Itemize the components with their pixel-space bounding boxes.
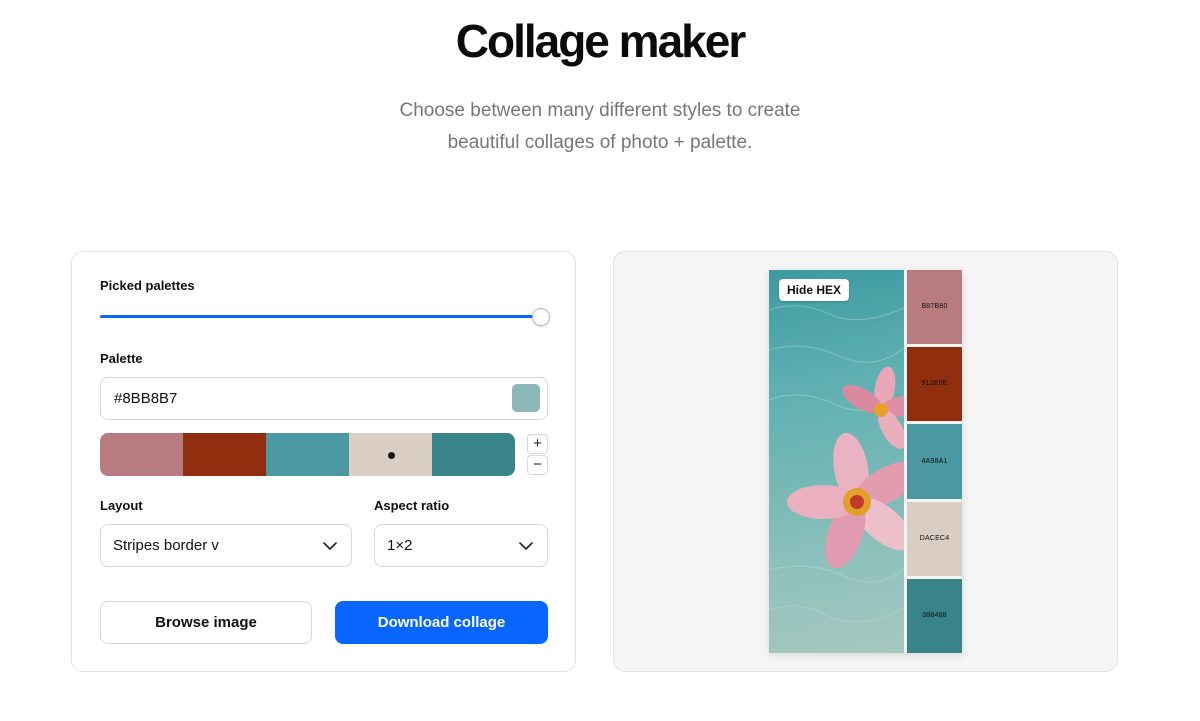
- picked-palettes-slider-track[interactable]: [100, 315, 538, 318]
- stripe-hex-label: 4A98A1: [921, 457, 948, 465]
- page-title: Collage maker: [455, 15, 746, 67]
- picked-palettes-label: Picked palettes: [100, 278, 195, 293]
- hide-hex-button[interactable]: Hide HEX: [779, 279, 850, 301]
- palette-stripe: 912E0E: [907, 347, 962, 422]
- palette-stripe: DACEC4: [907, 501, 962, 576]
- add-color-button[interactable]: +: [527, 434, 548, 454]
- palette-swatch-4[interactable]: [349, 433, 432, 476]
- palette-stripe: 4A98A1: [907, 424, 962, 499]
- palette-stripe: B87B80: [907, 270, 962, 345]
- palette-swatch-2[interactable]: [183, 433, 266, 476]
- palette-bar: [100, 433, 515, 476]
- stripe-hex-label: 912E0E: [921, 380, 948, 388]
- layout-select-value: Stripes border v: [113, 537, 219, 554]
- flower-photo-image: [769, 305, 904, 623]
- collage-photo: Hide HEX: [769, 270, 904, 653]
- selected-swatch-dot: [387, 451, 395, 459]
- chevron-down-icon: [519, 542, 533, 550]
- browse-image-button[interactable]: Browse image: [100, 601, 312, 644]
- palette-swatch-3[interactable]: [266, 433, 349, 476]
- palette-swatch-5[interactable]: [432, 433, 515, 476]
- palette-label: Palette: [100, 351, 143, 366]
- chevron-down-icon: [323, 542, 337, 550]
- stripe-hex-label: B87B80: [921, 303, 948, 311]
- layout-label: Layout: [100, 498, 143, 513]
- layout-select[interactable]: Stripes border v: [100, 524, 352, 567]
- palette-stripes: B87B80 912E0E 4A98A1 DACEC4 388488: [907, 270, 962, 654]
- aspect-ratio-select[interactable]: 1×2: [374, 524, 548, 567]
- collage-preview: Hide HEX B87B80 912E0E 4A98A1 DACEC4 388…: [769, 270, 962, 654]
- picked-palettes-slider-thumb[interactable]: [532, 308, 550, 326]
- palette-stripe: 388488: [907, 578, 962, 654]
- hex-color-swatch[interactable]: [512, 384, 540, 412]
- aspect-ratio-label: Aspect ratio: [374, 498, 450, 513]
- download-collage-button[interactable]: Download collage: [335, 601, 548, 644]
- remove-color-button[interactable]: −: [527, 455, 548, 475]
- page-subtitle: Choose between many different styles to …: [350, 95, 850, 159]
- subtitle-line-1: Choose between many different styles to …: [399, 100, 801, 121]
- hex-color-input[interactable]: #8BB8B7: [100, 377, 548, 420]
- subtitle-line-2: beautiful collages of photo + palette.: [447, 132, 753, 153]
- aspect-ratio-select-value: 1×2: [387, 537, 413, 554]
- palette-swatch-1[interactable]: [100, 433, 183, 476]
- hex-input-value: #8BB8B7: [114, 390, 178, 407]
- controls-panel: Picked palettes Palette #8BB8B7 + − Layo…: [71, 251, 576, 672]
- stripe-hex-label: 388488: [922, 611, 947, 619]
- stripe-hex-label: DACEC4: [919, 534, 950, 542]
- preview-panel: Hide HEX B87B80 912E0E 4A98A1 DACEC4 388…: [613, 251, 1118, 672]
